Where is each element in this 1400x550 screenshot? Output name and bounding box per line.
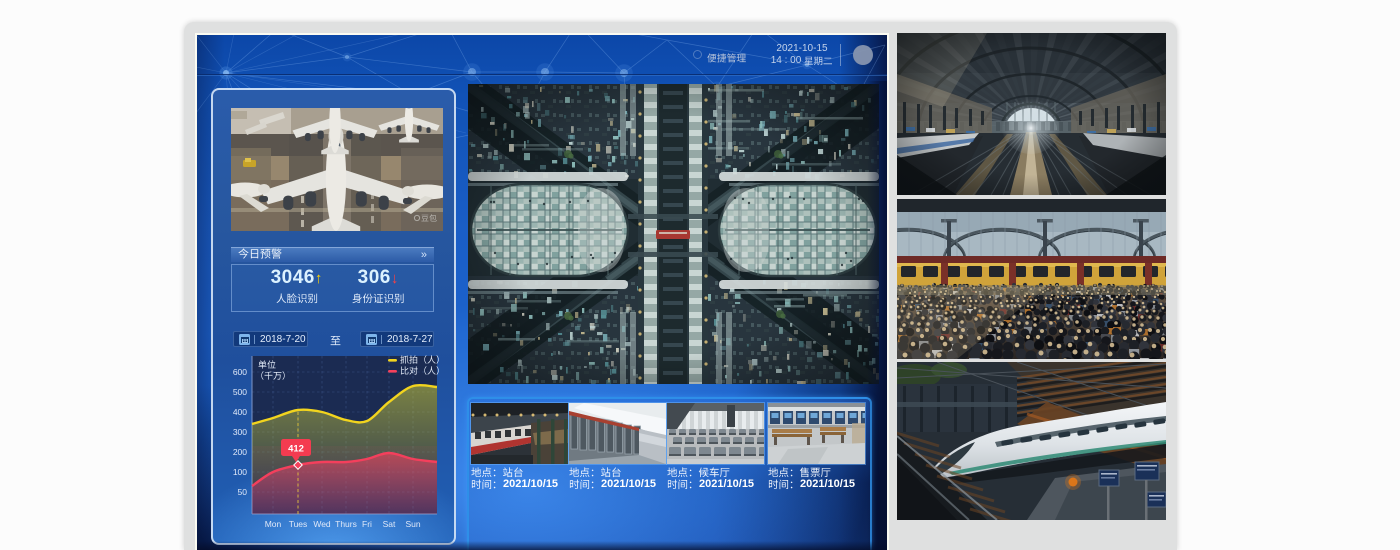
svg-text:Wed: Wed: [313, 519, 331, 529]
svg-text:50: 50: [238, 487, 248, 497]
svg-text:400: 400: [233, 407, 247, 417]
svg-text:200: 200: [233, 447, 247, 457]
svg-text:Tues: Tues: [289, 519, 308, 529]
svg-text:Thurs: Thurs: [335, 519, 357, 529]
svg-text:412: 412: [288, 444, 304, 455]
svg-text:Mon: Mon: [265, 519, 282, 529]
svg-text:300: 300: [233, 427, 247, 437]
svg-text:500: 500: [233, 387, 247, 397]
svg-text:Sat: Sat: [383, 519, 396, 529]
svg-text:Sun: Sun: [405, 519, 420, 529]
svg-text:Fri: Fri: [362, 519, 372, 529]
svg-text:100: 100: [233, 467, 247, 477]
svg-text:600: 600: [233, 367, 247, 377]
